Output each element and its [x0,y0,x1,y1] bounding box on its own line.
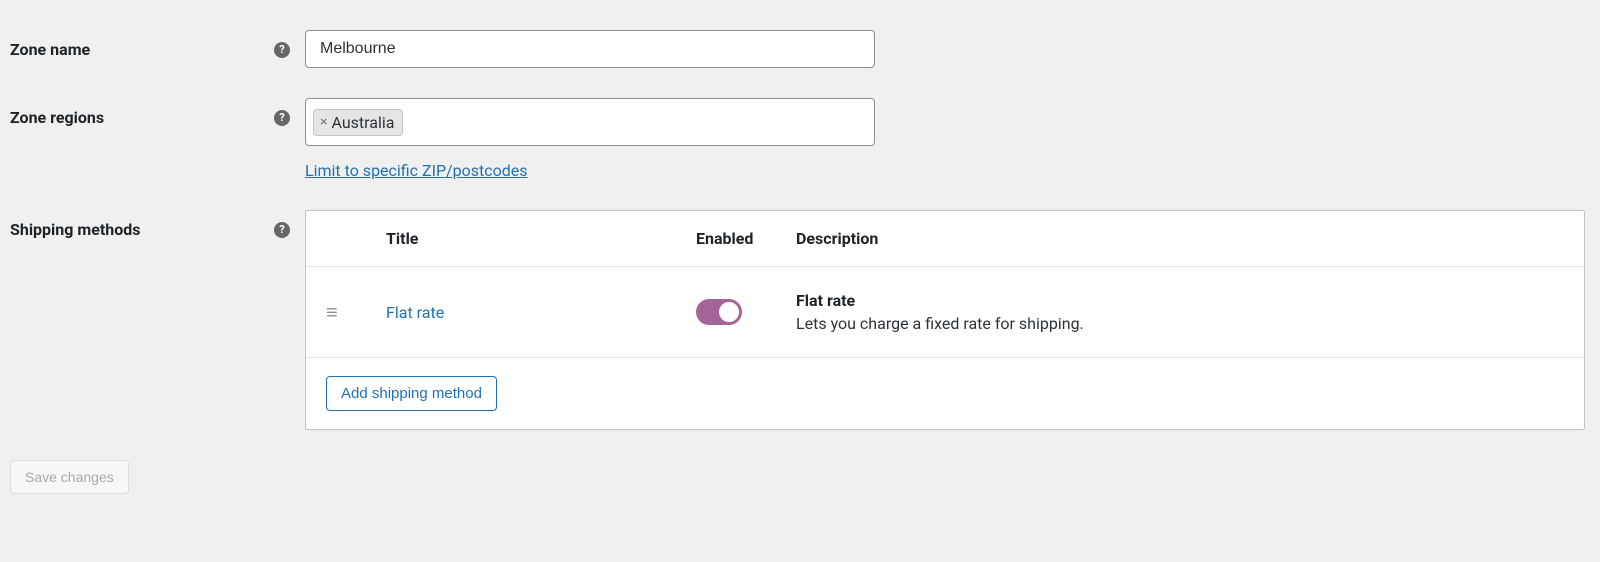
methods-table: Title Enabled Description ≡ Flat rate Fl… [305,210,1585,430]
zone-region-tag-label: Australia [331,113,394,132]
zone-regions-label: Zone regions [10,108,104,127]
method-desc-text: Lets you charge a fixed rate for shippin… [796,314,1564,333]
remove-tag-icon[interactable]: × [320,114,327,130]
column-header-description: Description [796,229,1564,248]
zone-name-input[interactable] [305,30,875,68]
zone-name-row: Zone name ? [10,30,1590,68]
zone-regions-row: Zone regions ? × Australia Limit to spec… [10,98,1590,180]
enabled-toggle[interactable] [696,299,742,325]
limit-zip-link[interactable]: Limit to specific ZIP/postcodes [305,161,528,180]
help-icon[interactable]: ? [274,222,290,238]
zone-regions-input[interactable]: × Australia [305,98,875,146]
help-icon[interactable]: ? [274,110,290,126]
method-title-link[interactable]: Flat rate [386,303,444,322]
help-icon[interactable]: ? [274,42,290,58]
zone-region-tag: × Australia [313,109,403,136]
save-changes-button[interactable]: Save changes [10,460,129,494]
table-row: ≡ Flat rate Flat rate Lets you charge a … [306,267,1584,358]
drag-handle-icon[interactable]: ≡ [326,300,338,324]
column-header-enabled: Enabled [696,229,796,248]
toggle-knob-icon [718,301,740,323]
shipping-methods-label: Shipping methods [10,220,141,239]
zone-name-label: Zone name [10,40,90,59]
add-shipping-method-button[interactable]: Add shipping method [326,376,497,411]
method-desc-title: Flat rate [796,291,1564,310]
column-header-title: Title [386,229,696,248]
shipping-methods-row: Shipping methods ? Title Enabled Descrip… [10,210,1590,430]
